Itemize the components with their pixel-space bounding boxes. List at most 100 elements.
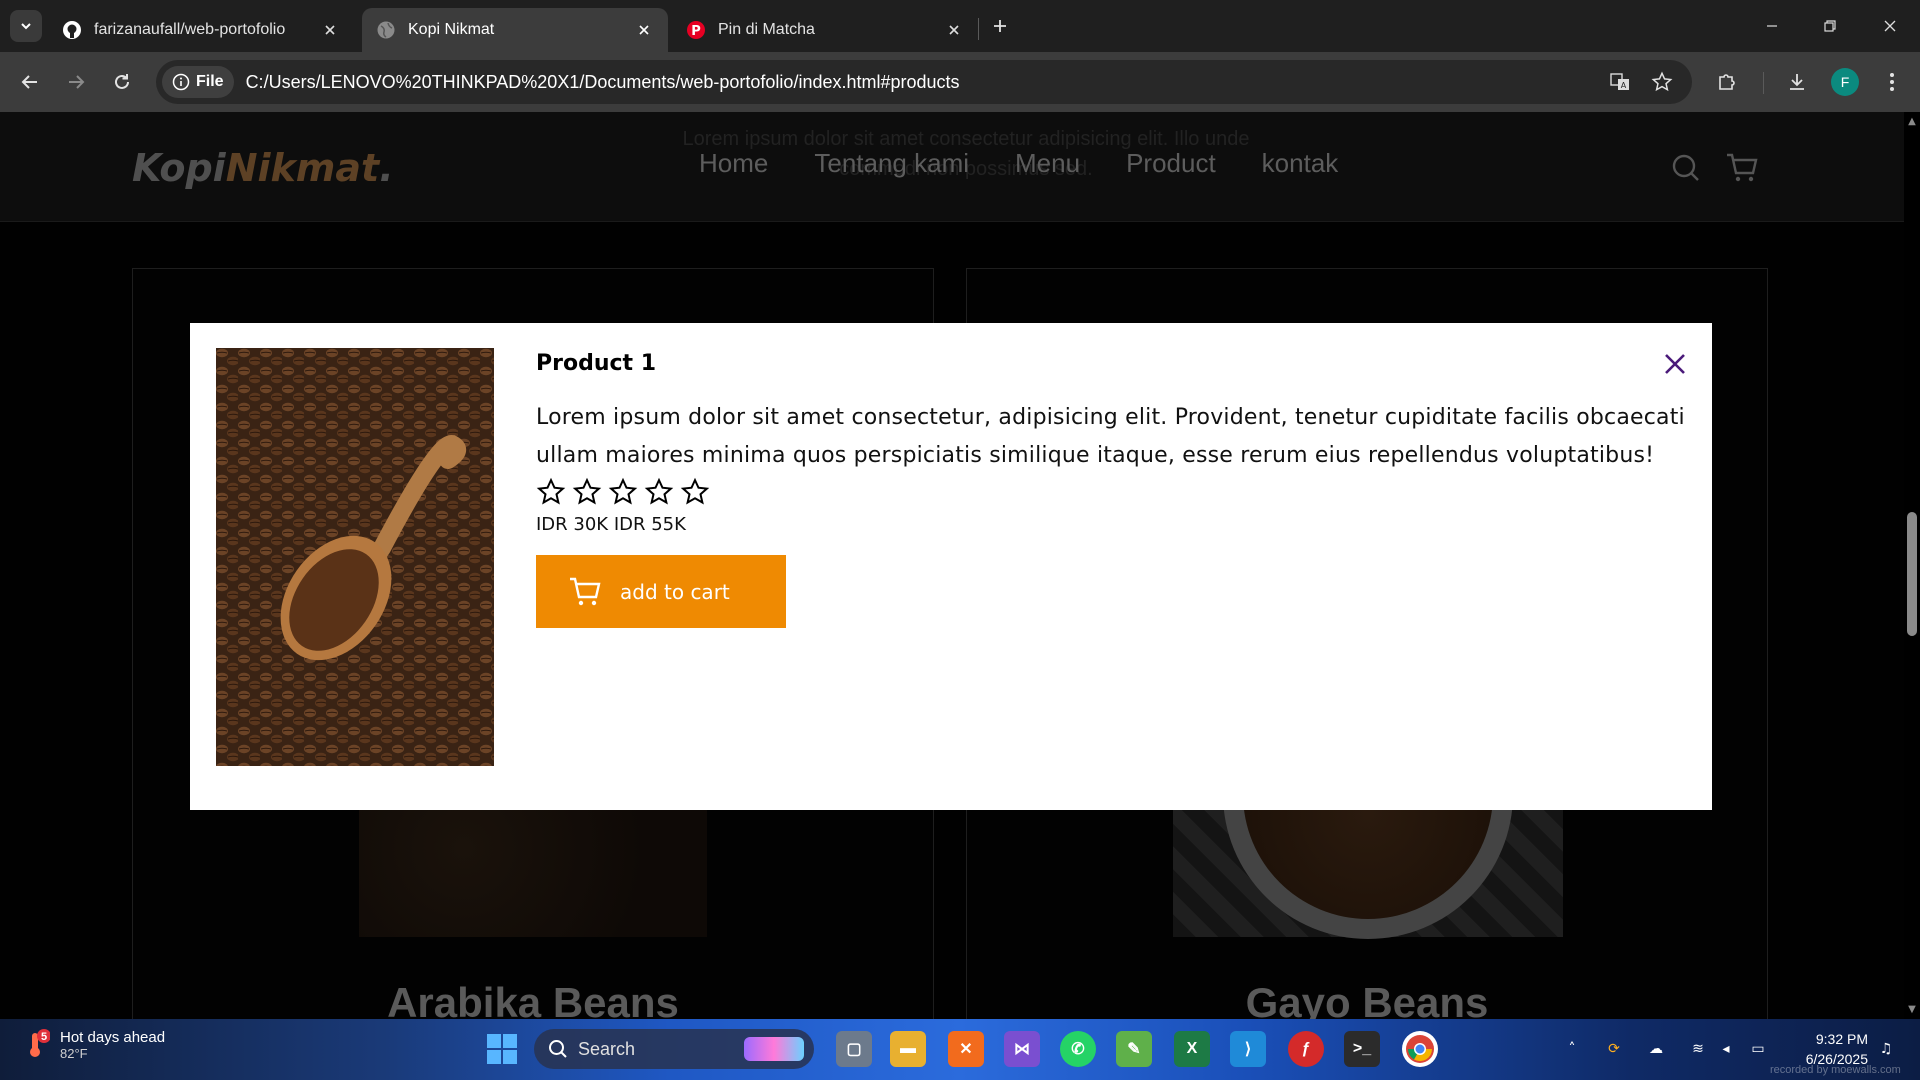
kebab-menu-icon bbox=[1890, 73, 1894, 91]
rating-stars bbox=[536, 477, 1686, 511]
star-icon bbox=[572, 477, 602, 511]
menu-button[interactable] bbox=[1874, 64, 1910, 100]
info-icon bbox=[172, 73, 190, 91]
weather-title: Hot days ahead bbox=[60, 1029, 166, 1046]
xampp-app[interactable]: ✕ bbox=[948, 1031, 984, 1067]
site-info-label: File bbox=[196, 73, 224, 90]
nav-link-product[interactable]: Product bbox=[1126, 148, 1216, 179]
nav-link-menu[interactable]: Menu bbox=[1015, 148, 1080, 179]
weather-temp: 82°F bbox=[60, 1046, 88, 1061]
taskbar-search[interactable]: Search bbox=[534, 1029, 814, 1069]
translate-icon: A bbox=[1610, 73, 1629, 90]
tab-github[interactable]: farizanaufall/web-portofolio bbox=[48, 8, 354, 52]
product-detail-modal: Product 1 Lorem ipsum dolor sit amet con… bbox=[190, 323, 1712, 810]
flash-icon: ƒ bbox=[1301, 1040, 1311, 1057]
product-price: IDR 30K IDR 55K bbox=[536, 514, 686, 535]
site-cart-button[interactable] bbox=[1722, 148, 1762, 188]
close-icon[interactable] bbox=[944, 20, 964, 40]
add-to-cart-button[interactable]: add to cart bbox=[536, 555, 786, 628]
tab-title: Pin di Matcha bbox=[718, 21, 815, 38]
site-logo[interactable]: KopiNikmat. bbox=[132, 146, 394, 190]
site-search-button[interactable] bbox=[1666, 148, 1706, 188]
site-info-chip[interactable]: File bbox=[162, 66, 234, 98]
terminal-icon: >_ bbox=[1352, 1040, 1372, 1057]
translate-button[interactable]: A bbox=[1604, 66, 1636, 98]
minimize-button[interactable] bbox=[1752, 8, 1792, 44]
product-image bbox=[359, 789, 707, 937]
forward-button[interactable] bbox=[58, 64, 94, 100]
excel-icon: X bbox=[1186, 1040, 1198, 1057]
github-icon bbox=[62, 20, 82, 40]
wifi-icon[interactable]: ≋ bbox=[1688, 1039, 1708, 1059]
volume-icon[interactable]: ◂ bbox=[1716, 1039, 1736, 1059]
downloads-button[interactable] bbox=[1779, 64, 1815, 100]
chevron-down-icon bbox=[21, 23, 31, 30]
nav-link-about[interactable]: Tentang kami bbox=[814, 148, 969, 179]
address-bar[interactable]: File C:/Users/LENOVO%20THINKPAD%20X1/Doc… bbox=[156, 60, 1692, 104]
restore-button[interactable] bbox=[1810, 8, 1850, 44]
weather-text: Hot days ahead 82°F bbox=[60, 1029, 165, 1061]
whatsapp-app[interactable]: ✆ bbox=[1060, 1031, 1096, 1067]
vscode-app[interactable]: ⟩ bbox=[1230, 1031, 1266, 1067]
tab-search-button[interactable] bbox=[10, 10, 42, 42]
back-button[interactable] bbox=[12, 64, 48, 100]
tab-pinterest[interactable]: P Pin di Matcha bbox=[672, 8, 978, 52]
add-to-cart-label: add to cart bbox=[620, 579, 730, 604]
notepad-icon: ✎ bbox=[1127, 1041, 1141, 1058]
task-view-icon: ▢ bbox=[846, 1041, 862, 1058]
chrome-app[interactable] bbox=[1402, 1031, 1438, 1067]
star-icon bbox=[644, 477, 674, 511]
tray-overflow-chevron-icon[interactable]: ˄ bbox=[1562, 1039, 1582, 1059]
start-button[interactable] bbox=[486, 1033, 518, 1065]
close-icon bbox=[1665, 354, 1685, 374]
scroll-up-arrow[interactable]: ▲ bbox=[1906, 116, 1918, 128]
tab-title: farizanaufall/web-portofolio bbox=[94, 21, 286, 38]
task-view-app[interactable]: ▢ bbox=[836, 1031, 872, 1067]
excel-app[interactable]: X bbox=[1174, 1031, 1210, 1067]
nav-link-contact[interactable]: kontak bbox=[1262, 148, 1339, 179]
close-window-button[interactable] bbox=[1870, 8, 1910, 44]
close-icon[interactable] bbox=[634, 20, 654, 40]
flash-app[interactable]: ƒ bbox=[1288, 1031, 1324, 1067]
browser-toolbar: File C:/Users/LENOVO%20THINKPAD%20X1/Doc… bbox=[0, 52, 1920, 112]
terminal-app[interactable]: >_ bbox=[1344, 1031, 1380, 1067]
notepad-plus-app[interactable]: ✎ bbox=[1116, 1031, 1152, 1067]
visual-studio-app[interactable]: ⋈ bbox=[1004, 1031, 1040, 1067]
scroll-down-arrow[interactable]: ▼ bbox=[1906, 1004, 1918, 1016]
tab-kopi-nikmat[interactable]: Kopi Nikmat bbox=[362, 8, 668, 52]
tab-strip: farizanaufall/web-portofolio Kopi Nikmat… bbox=[0, 0, 1920, 52]
battery-icon[interactable]: ▭ bbox=[1748, 1039, 1768, 1059]
cloud-off-icon[interactable]: ☁ bbox=[1646, 1039, 1666, 1059]
watermark: recorded by moewalls.com bbox=[1770, 1064, 1901, 1076]
cart-icon bbox=[1727, 153, 1758, 182]
pinterest-icon: P bbox=[686, 20, 706, 40]
reload-button[interactable] bbox=[104, 64, 140, 100]
clock[interactable]: 9:32 PM 6/26/2025 bbox=[1776, 1029, 1868, 1069]
profile-avatar[interactable]: F bbox=[1831, 68, 1859, 96]
product-card-title: Arabika Beans bbox=[387, 979, 679, 1019]
svg-text:P: P bbox=[691, 24, 701, 39]
cart-icon bbox=[570, 577, 601, 605]
thermometer-icon: 5 bbox=[30, 1029, 50, 1057]
sync-icon[interactable]: ⟳ bbox=[1604, 1039, 1624, 1059]
taskbar-search-label: Search bbox=[578, 1038, 636, 1059]
visual-studio-icon: ⋈ bbox=[1014, 1041, 1030, 1058]
scrollbar-thumb[interactable] bbox=[1907, 512, 1917, 636]
windows-logo-icon bbox=[487, 1034, 517, 1064]
weather-widget[interactable]: 5 Hot days ahead 82°F bbox=[24, 1029, 165, 1061]
modal-close-button[interactable] bbox=[1658, 347, 1692, 381]
bookmark-button[interactable] bbox=[1646, 66, 1678, 98]
vscode-icon: ⟩ bbox=[1244, 1041, 1252, 1058]
nav-link-home[interactable]: Home bbox=[699, 148, 768, 179]
close-icon[interactable] bbox=[320, 20, 340, 40]
whatsapp-icon: ✆ bbox=[1071, 1041, 1085, 1058]
file-explorer-app[interactable]: ▬ bbox=[890, 1031, 926, 1067]
notification-bell-icon[interactable]: ♫ bbox=[1876, 1039, 1896, 1059]
new-tab-button[interactable] bbox=[986, 12, 1014, 40]
extensions-button[interactable] bbox=[1709, 64, 1745, 100]
logo-main: Kopi bbox=[132, 146, 226, 190]
search-highlight-image bbox=[744, 1037, 804, 1061]
url-text[interactable]: C:/Users/LENOVO%20THINKPAD%20X1/Document… bbox=[246, 72, 960, 93]
close-icon bbox=[1884, 20, 1896, 32]
product-photo bbox=[216, 348, 494, 766]
